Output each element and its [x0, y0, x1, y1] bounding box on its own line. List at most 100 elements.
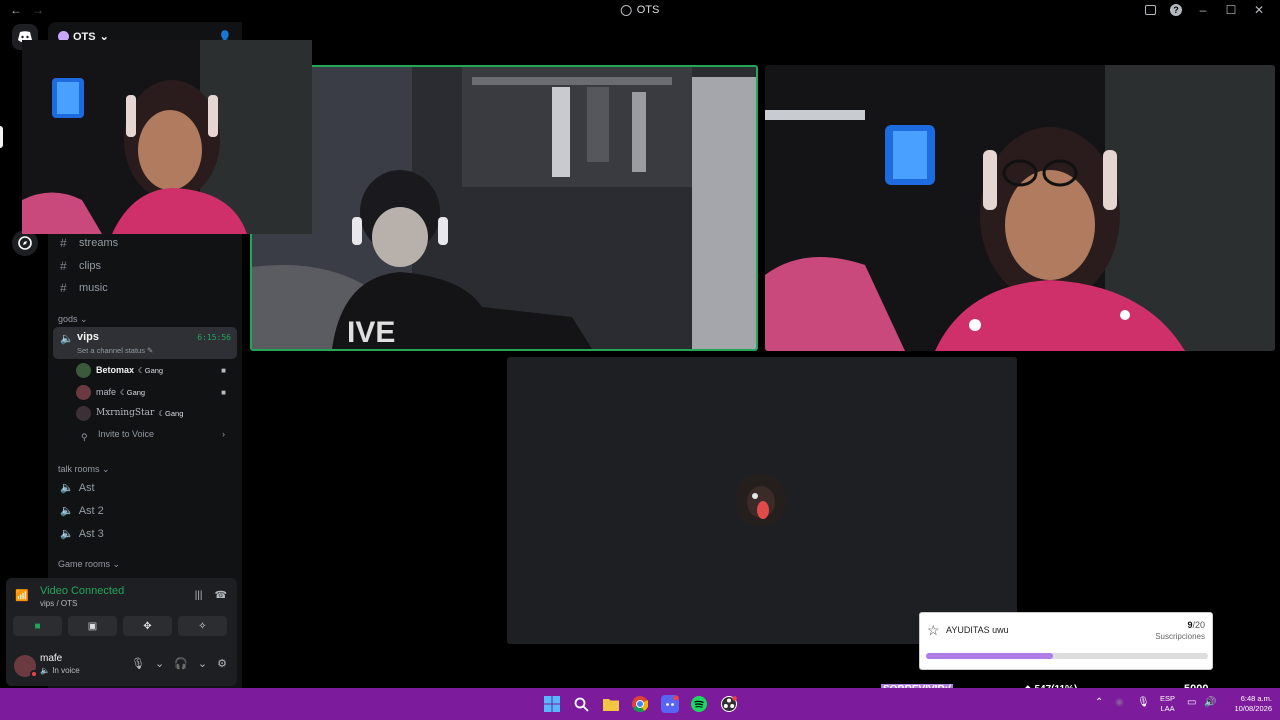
- user-status: 🔈 In voice: [40, 666, 80, 675]
- voice-actions: ■ ▣ ✥ ✧: [13, 616, 227, 636]
- voice-connection-panel: 📶 Video Connected vips / OTS ||| ☎ ■ ▣ ✥…: [6, 578, 237, 686]
- windows-start-icon[interactable]: [543, 695, 561, 713]
- channel-streams[interactable]: # streams: [54, 232, 236, 254]
- spotify-icon[interactable]: [690, 695, 708, 713]
- voice-status-title: Video Connected: [40, 585, 125, 597]
- help-icon[interactable]: ?: [1170, 4, 1182, 16]
- voice-channel-ast-2[interactable]: 🔈 Ast 2: [60, 504, 104, 518]
- screen-share-button[interactable]: ▣: [68, 616, 117, 636]
- file-explorer-icon[interactable]: [602, 695, 620, 713]
- chevron-down-icon[interactable]: ⌄: [155, 657, 164, 670]
- chevron-down-icon[interactable]: ⌄: [198, 657, 207, 670]
- gang-tag: ☾Gang: [120, 387, 146, 397]
- forward-arrow-icon[interactable]: →: [32, 3, 44, 17]
- goal-label: Suscripciones: [1155, 632, 1205, 641]
- invite-to-voice[interactable]: Invite to Voice: [98, 429, 154, 439]
- taskbar: ⌃ ◉ 🎙 ESP LAA ▭ 🔊 6:48 a.m. 10/08/2026: [0, 688, 1280, 720]
- user-controls: 🎙 ⌄ 🎧 ⌄ ⚙: [131, 657, 227, 670]
- discord-icon[interactable]: [661, 695, 679, 713]
- goal-progress-bar: [926, 653, 1208, 659]
- user-status-text: In voice: [52, 666, 80, 675]
- input-language[interactable]: ESP LAA: [1160, 694, 1175, 714]
- voice-panel-icons: ||| ☎: [195, 590, 227, 601]
- noise-suppression-icon[interactable]: |||: [195, 590, 203, 601]
- voice-channel-label: Ast: [78, 481, 95, 494]
- voice-user-mxrningstar[interactable]: MxrningStar ☾Gang: [76, 403, 232, 423]
- picture-in-picture-video[interactable]: [22, 40, 312, 234]
- chrome-icon[interactable]: [631, 695, 649, 713]
- voice-user-mafe[interactable]: mafe ☾Gang ■: [76, 382, 232, 402]
- camera-icon: ■: [221, 365, 226, 375]
- gang-tag-text: Gang: [165, 408, 184, 418]
- window-controls: ? – ☐ ✕: [1145, 3, 1266, 17]
- call-timer: 6:15:56: [197, 333, 231, 342]
- star-icon: ☆: [927, 622, 940, 638]
- voice-channel-ast-3[interactable]: 🔈 Ast 3: [60, 527, 104, 541]
- speaker-icon: 🔈: [60, 482, 74, 494]
- chevron-up-icon[interactable]: ⌃: [1095, 697, 1103, 708]
- selected-server-pill: [0, 126, 3, 148]
- camera-icon: ■: [221, 387, 226, 397]
- voice-user-betomax[interactable]: Betomax ☾Gang ■: [76, 360, 232, 380]
- channel-label: music: [79, 282, 108, 294]
- video-tile[interactable]: [765, 65, 1275, 351]
- invite-label: Invite to Voice: [98, 429, 155, 439]
- chevron-right-icon: ›: [222, 429, 225, 439]
- soundboard-button[interactable]: ✧: [178, 616, 227, 636]
- headphones-icon[interactable]: 🎧: [174, 657, 188, 670]
- disconnect-icon[interactable]: ☎: [215, 590, 227, 601]
- voice-status-subtitle[interactable]: vips / OTS: [40, 599, 77, 608]
- category-label: Game rooms: [58, 559, 111, 569]
- tray-app-icon[interactable]: ◉: [1115, 697, 1124, 708]
- clock-date: 10/08/2026: [1234, 704, 1272, 713]
- gang-tag-text: Gang: [126, 387, 146, 397]
- invite-icon: ⚲: [81, 432, 88, 442]
- channel-label: clips: [79, 260, 102, 272]
- language-code: ESP: [1160, 694, 1176, 703]
- minimize-button[interactable]: –: [1196, 3, 1210, 17]
- clock[interactable]: 6:48 a.m. 10/08/2026: [1232, 694, 1272, 714]
- activities-button[interactable]: ✥: [123, 616, 172, 636]
- subscription-goal-widget: ☆ AYUDITAS uwu 9/20 Suscripciones: [919, 612, 1213, 670]
- video-tile-speaking[interactable]: IVE: [250, 65, 758, 351]
- webcam-feed: [22, 40, 312, 234]
- microphone-icon[interactable]: 🎙: [131, 657, 145, 670]
- title-bar: ← → OTS ? – ☐ ✕: [0, 0, 1280, 22]
- channel-clips[interactable]: # clips: [54, 255, 236, 277]
- avatar-image: [735, 474, 787, 526]
- goal-title: AYUDITAS uwu: [946, 625, 1009, 635]
- inbox-icon[interactable]: [1145, 5, 1156, 15]
- search-icon[interactable]: [572, 695, 590, 713]
- voice-channel-ast[interactable]: 🔈 Ast: [60, 481, 95, 495]
- speaker-icon: 🔈: [60, 528, 74, 540]
- nav-arrows: ← →: [10, 3, 44, 17]
- hash-icon: #: [60, 259, 67, 273]
- volume-icon[interactable]: 🔊: [1204, 697, 1216, 708]
- category-gods[interactable]: gods ⌄: [58, 314, 88, 325]
- participant-avatar: [735, 474, 787, 526]
- goal-count: 9/20: [1187, 620, 1205, 630]
- voice-channel-vips[interactable]: 🔈 vips 6:15:56 Set a channel status ✎: [53, 327, 237, 359]
- channel-status[interactable]: Set a channel status ✎: [77, 346, 153, 355]
- maximize-button[interactable]: ☐: [1224, 3, 1238, 17]
- category-talk-rooms[interactable]: talk rooms ⌄: [58, 464, 110, 475]
- svg-text:IVE: IVE: [347, 316, 395, 349]
- microphone-tray-icon[interactable]: 🎙: [1137, 697, 1150, 708]
- window-title-text: OTS: [636, 4, 660, 16]
- gear-icon[interactable]: ⚙: [217, 657, 227, 670]
- avatar: [76, 405, 91, 421]
- category-game-rooms[interactable]: Game rooms ⌄: [58, 559, 120, 570]
- camera-button[interactable]: ■: [13, 616, 62, 636]
- gang-tag-text: Gang: [144, 365, 164, 375]
- clock-time: 6:48 a.m.: [1240, 694, 1272, 703]
- voice-user-name: MxrningStar: [96, 408, 155, 418]
- close-button[interactable]: ✕: [1252, 3, 1266, 17]
- network-icon[interactable]: ▭: [1187, 697, 1196, 708]
- avatar: [76, 384, 91, 400]
- gang-tag: ☾Gang: [138, 365, 164, 375]
- hash-icon: #: [60, 281, 67, 295]
- back-arrow-icon[interactable]: ←: [10, 3, 22, 17]
- obs-icon[interactable]: [720, 695, 738, 713]
- webcam-feed: [765, 65, 1275, 351]
- channel-music[interactable]: # music: [54, 277, 236, 299]
